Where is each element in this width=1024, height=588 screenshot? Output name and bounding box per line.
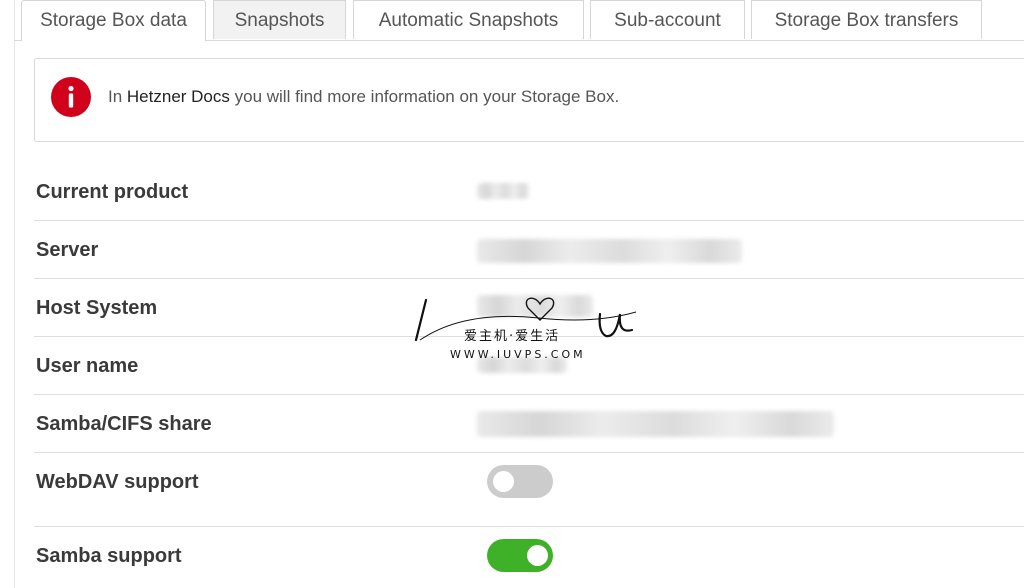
redacted-value [477, 295, 593, 317]
row-samba-cifs-share: Samba/CIFS share [34, 395, 1024, 453]
tab-storage-box-transfers[interactable]: Storage Box transfers [751, 0, 982, 39]
info-icon [51, 77, 91, 117]
toggle-knob [493, 471, 514, 492]
tab-sub-account[interactable]: Sub-account [590, 0, 745, 39]
samba-toggle[interactable] [487, 539, 553, 572]
row-label: WebDAV support [36, 471, 199, 493]
row-label: Host System [36, 297, 158, 319]
row-label: Current product [36, 181, 189, 203]
row-samba-support: Samba support [34, 527, 1024, 588]
tab-automatic-snapshots[interactable]: Automatic Snapshots [353, 0, 584, 39]
row-label: User name [36, 355, 139, 377]
tab-label: Storage Box data [40, 10, 187, 31]
row-user-name: User name [34, 337, 1024, 395]
redacted-value [477, 239, 742, 263]
row-label: Server [36, 239, 99, 261]
redacted-value [477, 183, 529, 199]
info-message: In Hetzner Docs you will find more infor… [108, 87, 619, 107]
info-prefix: In [108, 87, 127, 106]
row-server: Server [34, 221, 1024, 279]
webdav-toggle[interactable] [487, 465, 553, 498]
toggle-knob [527, 545, 548, 566]
redacted-value [477, 411, 834, 437]
row-current-product: Current product [34, 163, 1024, 221]
info-alert: In Hetzner Docs you will find more infor… [34, 58, 1024, 142]
row-webdav-support: WebDAV support [34, 453, 1024, 527]
redacted-value [477, 357, 567, 373]
tab-storage-box-data[interactable]: Storage Box data [21, 0, 206, 41]
tab-label: Storage Box transfers [774, 10, 959, 31]
left-border [14, 0, 15, 588]
tab-bar: Storage Box data Snapshots Automatic Sna… [14, 0, 1024, 41]
row-label: Samba/CIFS share [36, 413, 212, 435]
tab-label: Sub-account [614, 10, 721, 31]
hetzner-docs-link[interactable]: Hetzner Docs [127, 87, 230, 106]
row-label: Samba support [36, 545, 182, 567]
tab-snapshots[interactable]: Snapshots [213, 0, 346, 39]
tab-label: Snapshots [234, 10, 325, 31]
info-suffix: you will find more information on your S… [229, 87, 620, 106]
tab-label: Automatic Snapshots [378, 10, 559, 31]
row-host-system: Host System [34, 279, 1024, 337]
